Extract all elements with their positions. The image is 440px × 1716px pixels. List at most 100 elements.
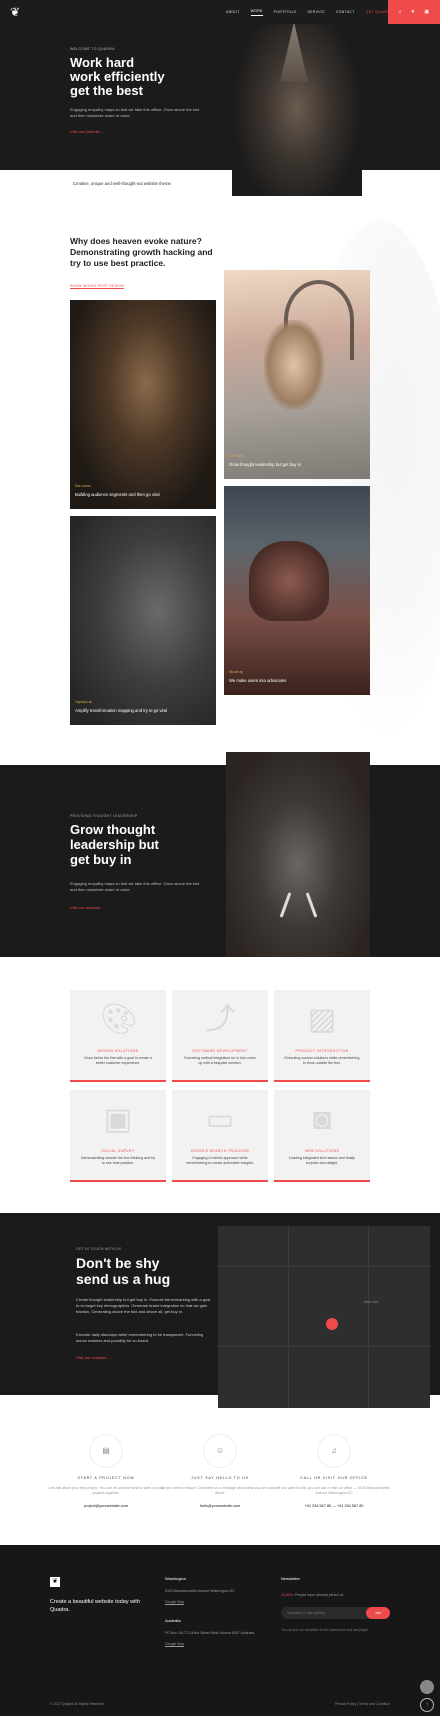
- headphones-icon: ♫: [317, 1434, 351, 1468]
- image-icon: ▨: [307, 1003, 337, 1036]
- show-post-design-link[interactable]: Show whole post design: [70, 284, 124, 288]
- nav-item-work[interactable]: Work: [250, 9, 263, 16]
- feature-title-line: Grow thought: [70, 822, 156, 837]
- hero-title-line: get the best: [70, 83, 143, 98]
- rhino-horn-shape: [280, 22, 308, 82]
- contact-title: Don't be shy send us a hug: [76, 1255, 206, 1287]
- feature-title: Grow thought leadership but get buy in: [70, 822, 200, 867]
- contact-column-text: If you want to talk, you can call or vis…: [278, 1486, 390, 1495]
- palette-icon: 🎨︎: [100, 1003, 139, 1036]
- contact-column-text: Do you need a reason? Just send us a mes…: [160, 1486, 280, 1495]
- smile-icon: ☺: [203, 1434, 237, 1468]
- map-road: [368, 1226, 369, 1408]
- newsletter-note: You can join our newsletter for the late…: [281, 1628, 369, 1632]
- tusk-shape: [305, 892, 318, 918]
- service-title: Product introduction: [295, 1049, 349, 1053]
- newsletter-count-number: 10,000+: [281, 1593, 295, 1597]
- cart-icon[interactable]: ▣: [424, 9, 429, 15]
- contact-column-link[interactable]: +01 234 567 89 — +01 234 567 80: [264, 1504, 404, 1508]
- contact-title-line: Don't be shy: [76, 1255, 160, 1271]
- hero-text: Engaging empathy maps so that we take th…: [70, 107, 200, 118]
- map-road: [218, 1266, 430, 1267]
- nav-item-contact[interactable]: Contact: [336, 10, 355, 14]
- elephant-shape: [249, 541, 329, 621]
- service-card-survey[interactable]: ▣ Social survey Demonstrating outside th…: [70, 1090, 166, 1182]
- nav-item-portfolio[interactable]: Portfolio: [274, 10, 297, 14]
- chat-launcher-button[interactable]: [420, 1680, 434, 1694]
- search-icon[interactable]: ⌕: [399, 9, 402, 15]
- hero-strip: Creative, unique and well-thought-out we…: [0, 170, 220, 196]
- newsletter-join-button[interactable]: Join: [366, 1607, 390, 1619]
- card-caption: Grow thought leadership but get buy in: [229, 462, 301, 467]
- portfolio-card-deer[interactable]: Cris mime Grow thought leadership but ge…: [224, 270, 370, 479]
- contact-title-line: send us a hug: [76, 1271, 171, 1287]
- map-pin[interactable]: [326, 1318, 338, 1330]
- service-card-design[interactable]: 🎨︎ Design solutions Grow below the line …: [70, 990, 166, 1082]
- portfolio-card-elephant-sunset[interactable]: Nicole ap We make users into advocates: [224, 486, 370, 695]
- heart-icon[interactable]: ♥: [412, 9, 415, 15]
- contacts-link[interactable]: Visit our contacts →: [76, 1355, 112, 1360]
- page: Welcome to Quadra Work hard work efficie…: [0, 0, 440, 1716]
- services-link[interactable]: Visit our services →: [70, 905, 105, 910]
- card-caption: We make users into advocates: [229, 678, 287, 683]
- office-address: 9115 Massachusetts Avenue Washington DC: [165, 1589, 235, 1593]
- map-road: [218, 1346, 430, 1347]
- header-actions: ⌕ ♥ ▣: [388, 0, 440, 24]
- footer-newsletter: Newsletter: [281, 1576, 381, 1589]
- top-navigation-bar: ❦ About Work Portfolio Service Contact G…: [0, 0, 440, 24]
- hero-title: Work hard work efficiently get the best: [70, 56, 230, 98]
- newsletter-email-input[interactable]: [281, 1607, 377, 1619]
- chat-bubble-icon: ▭: [205, 1103, 235, 1136]
- nav-item-service[interactable]: Service: [308, 10, 325, 14]
- feature-title-line: leadership but: [70, 837, 159, 852]
- newsletter-count-text: People have already joined us: [295, 1593, 344, 1597]
- office-address: PO Box 16172 Collins Street West Victori…: [165, 1631, 255, 1635]
- service-title: Web solutions: [304, 1149, 340, 1153]
- service-card-software[interactable]: ⤴ Software development Funneling vertica…: [172, 990, 268, 1082]
- service-title: Google search tracking: [190, 1149, 250, 1153]
- feature-section: [0, 765, 440, 957]
- service-desc: Grow below the line with a goal to creat…: [84, 1056, 152, 1065]
- legal-links[interactable]: Privacy Policy | Terms and Condition: [335, 1702, 390, 1706]
- contact-column-text: Lets talk about your new project. You ca…: [48, 1486, 164, 1495]
- service-card-web[interactable]: ◙ Web solutions Leading integrated tech …: [274, 1090, 370, 1182]
- google-map-link[interactable]: Google Map: [165, 1600, 265, 1604]
- footer-tagline: Create a beautiful website today with Qu…: [50, 1599, 140, 1613]
- floppy-disk-icon: ▣: [103, 1103, 133, 1136]
- card-caption: Amplify transformation mapping and try t…: [75, 708, 168, 713]
- service-card-product[interactable]: ▨ Product introduction Executing custom …: [274, 990, 370, 1082]
- footer-logo-icon[interactable]: ❦: [50, 1577, 60, 1587]
- main-nav: About Work Portfolio Service Contact Get…: [226, 0, 392, 24]
- deer-head-shape: [264, 320, 324, 410]
- contact-eyebrow: Get in touch with us: [76, 1247, 122, 1251]
- portfolio-card-lion[interactable]: Dan name Building audience segments and …: [70, 300, 216, 509]
- service-title: Social survey: [101, 1149, 135, 1153]
- deer-logo-icon[interactable]: ❦: [8, 5, 22, 19]
- feature-elephant-image: [226, 752, 370, 957]
- card-caption: Building audience segments and then go v…: [75, 492, 160, 497]
- feature-text: Engaging empathy maps so that we take th…: [70, 881, 200, 892]
- contact-text: Create thought leadership but get buy in…: [76, 1297, 211, 1314]
- service-card-search[interactable]: ▭ Google search tracking Engaging a holi…: [172, 1090, 268, 1182]
- card-tag: Cris mime: [229, 454, 245, 458]
- portfolio-card-elephant-skin[interactable]: Ospreys ac Amplify transformation mappin…: [70, 516, 216, 725]
- google-map-link[interactable]: Google Map: [165, 1642, 265, 1646]
- hero-rhino-image: [232, 0, 362, 196]
- service-desc: Leading integrated tech stacks and final…: [289, 1156, 355, 1165]
- office-heading: Washington: [165, 1576, 186, 1581]
- portfolio-link[interactable]: Visit our portfolio →: [70, 129, 105, 134]
- contact-text: Execute daily standups while remembering…: [76, 1332, 204, 1343]
- map-road: [288, 1226, 289, 1408]
- feature-title-line: get buy in: [70, 852, 132, 867]
- hero-title-line: Work hard: [70, 55, 135, 70]
- office-map[interactable]: New York: [218, 1226, 430, 1408]
- tusk-shape: [279, 892, 292, 918]
- map-city-label: New York: [364, 1300, 379, 1304]
- contact-column-office: ♫ Call or visit our office If you want t…: [264, 1434, 404, 1508]
- nav-item-about[interactable]: About: [226, 10, 240, 14]
- service-desc: Executing custom solutions while remembe…: [284, 1056, 360, 1065]
- clipboard-icon: ▤: [89, 1434, 123, 1468]
- newsletter-count: 10,000+ People have already joined us: [281, 1593, 343, 1597]
- service-desc: Funneling vertical integration so in tur…: [184, 1056, 256, 1065]
- scroll-to-top-button[interactable]: ↑: [420, 1698, 434, 1712]
